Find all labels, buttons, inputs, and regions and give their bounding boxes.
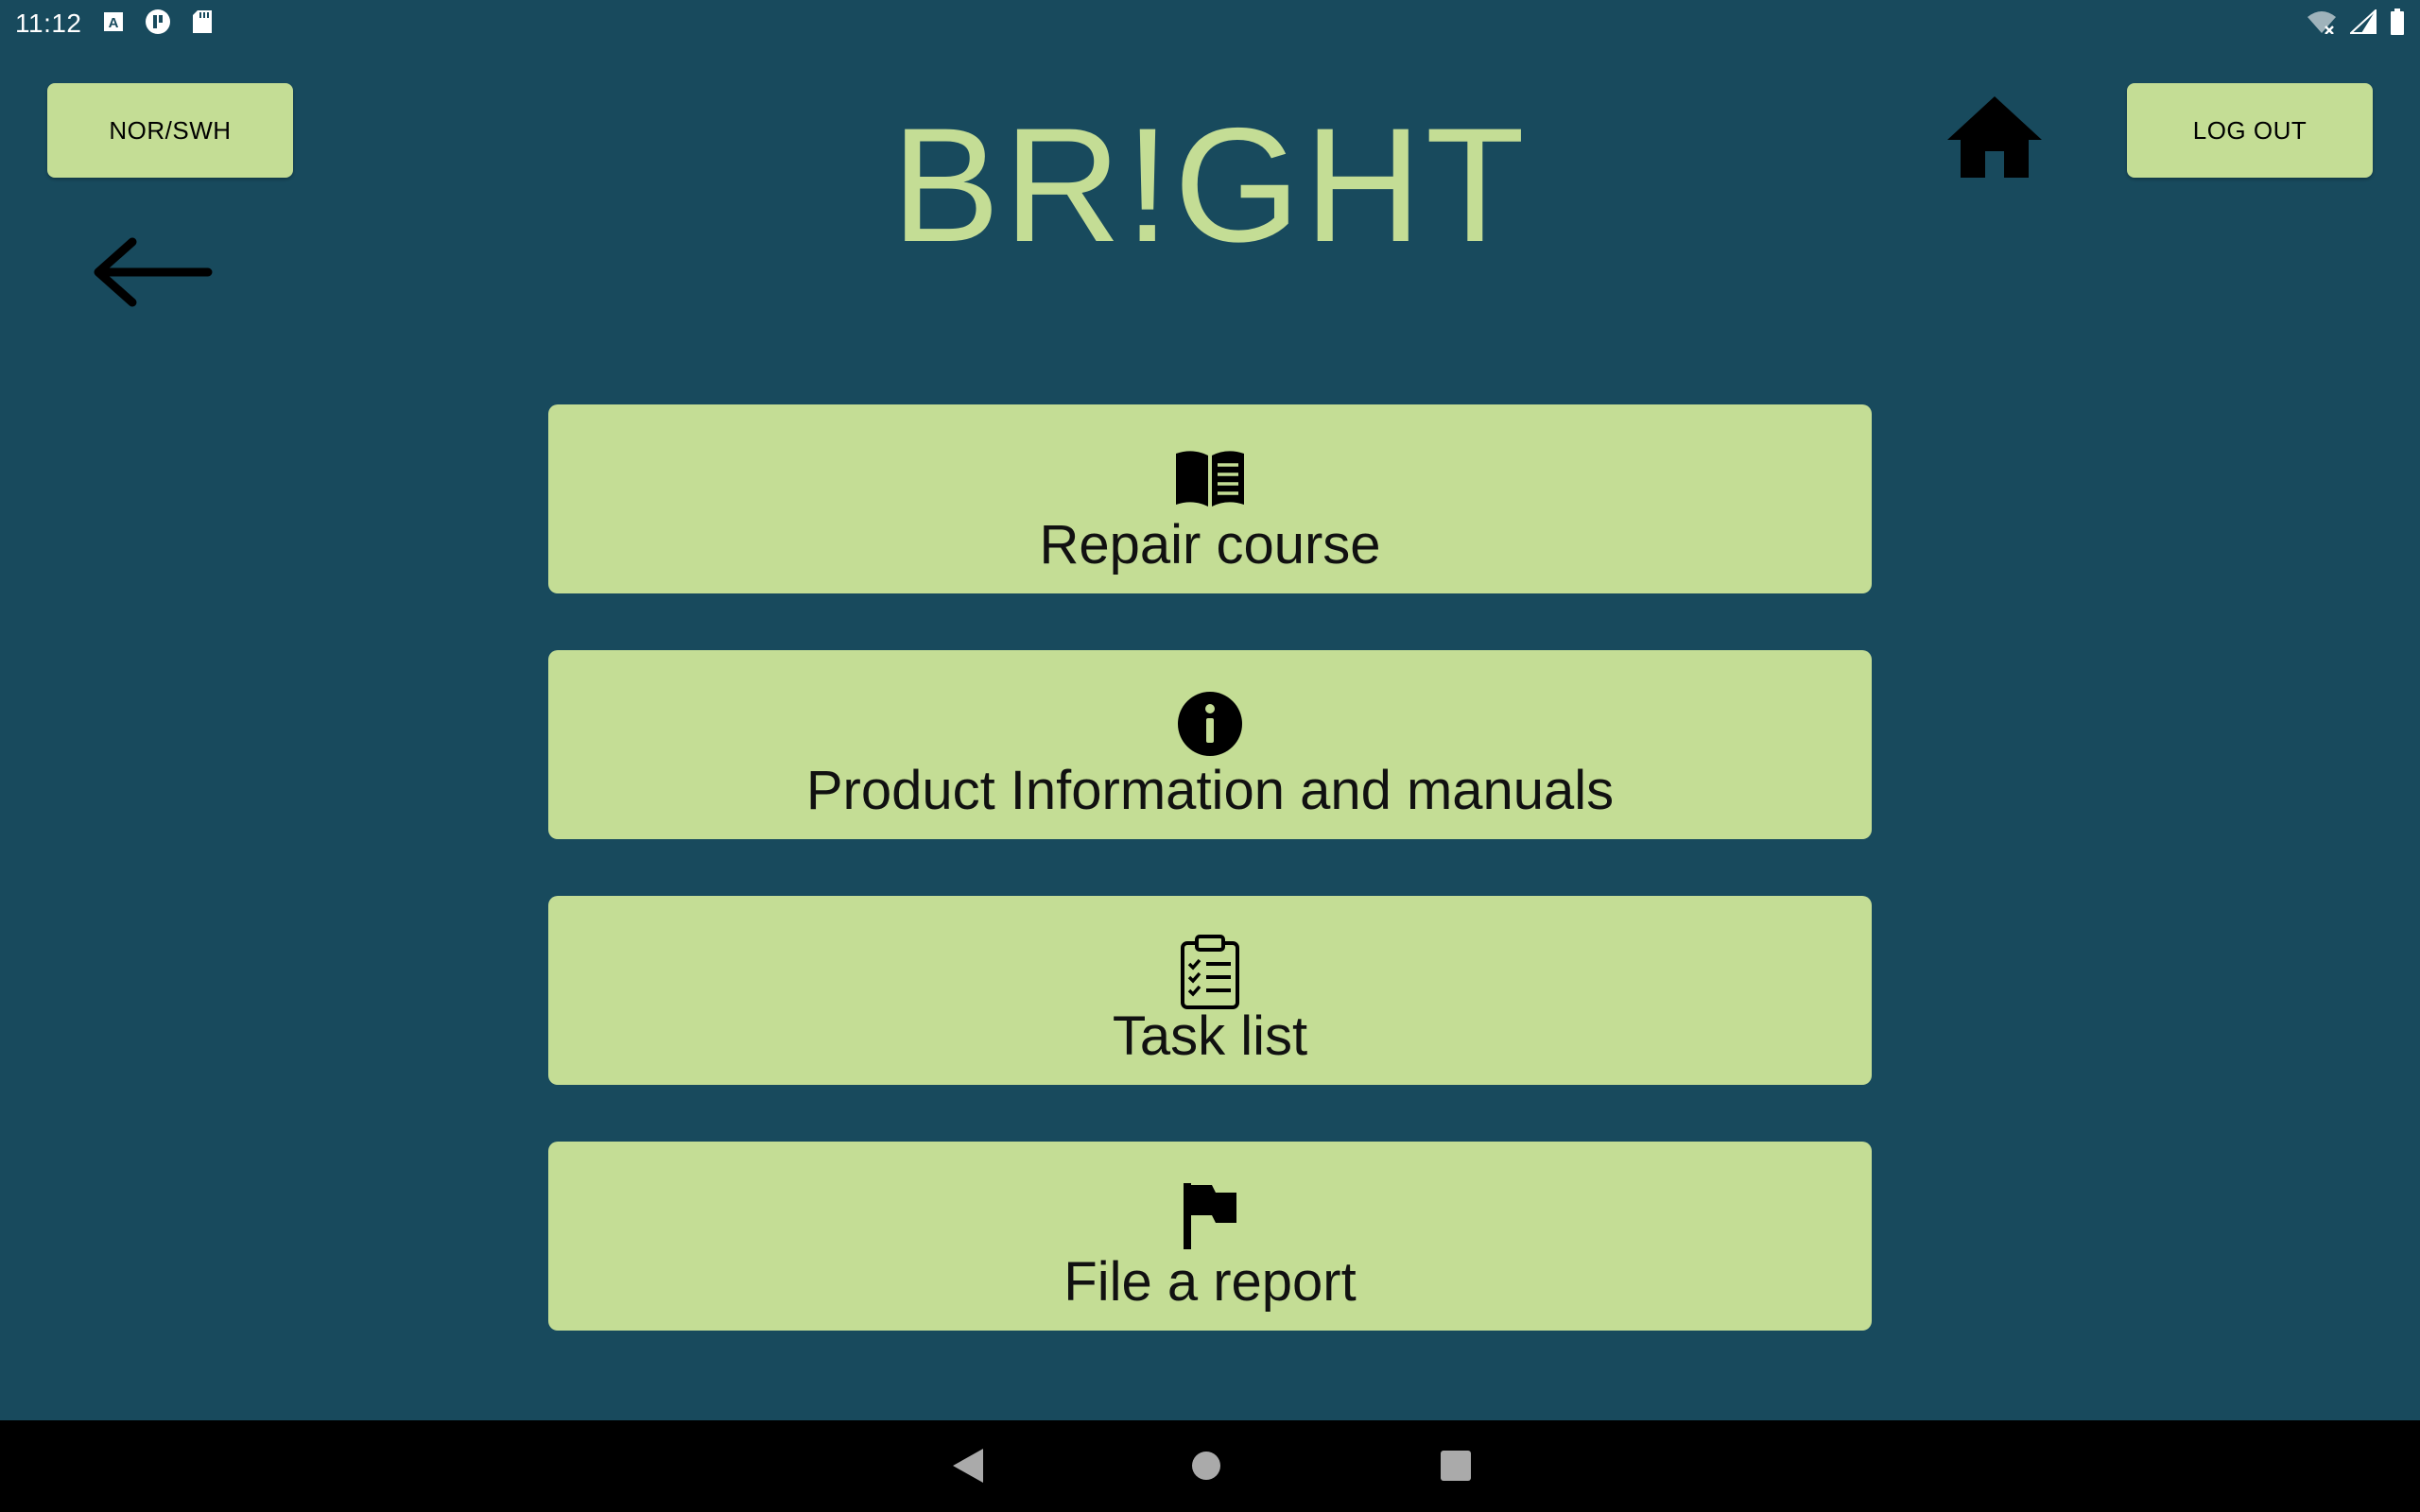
app-screen: 11:12 A NOR/SWH BR!GHT LOG OUT Repair co… bbox=[0, 0, 2420, 1512]
battery-icon bbox=[2390, 8, 2405, 40]
product-information-label: Product Information and manuals bbox=[805, 760, 1615, 821]
home-icon[interactable] bbox=[1945, 94, 2044, 180]
task-list-label: Task list bbox=[1112, 1005, 1308, 1067]
flag-icon bbox=[1174, 1179, 1246, 1251]
task-list-button[interactable]: Task list bbox=[548, 896, 1872, 1085]
system-navigation-bar bbox=[0, 1420, 2420, 1512]
back-arrow-icon[interactable] bbox=[91, 236, 214, 308]
app-title: BR!GHT bbox=[891, 94, 1529, 276]
file-report-button[interactable]: File a report bbox=[548, 1142, 1872, 1331]
info-icon bbox=[1174, 688, 1246, 760]
app-icon bbox=[145, 9, 171, 40]
status-bar-left: 11:12 A bbox=[15, 9, 213, 40]
back-triangle-icon[interactable] bbox=[949, 1445, 987, 1491]
status-time: 11:12 bbox=[15, 9, 82, 38]
svg-text:A: A bbox=[108, 15, 118, 31]
repair-course-button[interactable]: Repair course bbox=[548, 404, 1872, 593]
file-report-label: File a report bbox=[1063, 1251, 1357, 1313]
wifi-off-icon bbox=[2307, 9, 2337, 39]
recents-square-icon[interactable] bbox=[1435, 1445, 1477, 1491]
home-circle-icon[interactable] bbox=[1185, 1445, 1227, 1491]
repair-course-label: Repair course bbox=[1039, 514, 1381, 576]
status-bar-right bbox=[2307, 8, 2405, 40]
clipboard-checklist-icon bbox=[1174, 934, 1246, 1009]
open-book-icon bbox=[1174, 442, 1246, 514]
product-information-button[interactable]: Product Information and manuals bbox=[548, 650, 1872, 839]
a-icon: A bbox=[103, 11, 124, 37]
logout-button[interactable]: LOG OUT bbox=[2127, 83, 2373, 178]
sd-card-icon bbox=[192, 9, 213, 39]
signal-icon bbox=[2348, 8, 2377, 39]
status-bar: 11:12 A bbox=[0, 0, 2420, 47]
